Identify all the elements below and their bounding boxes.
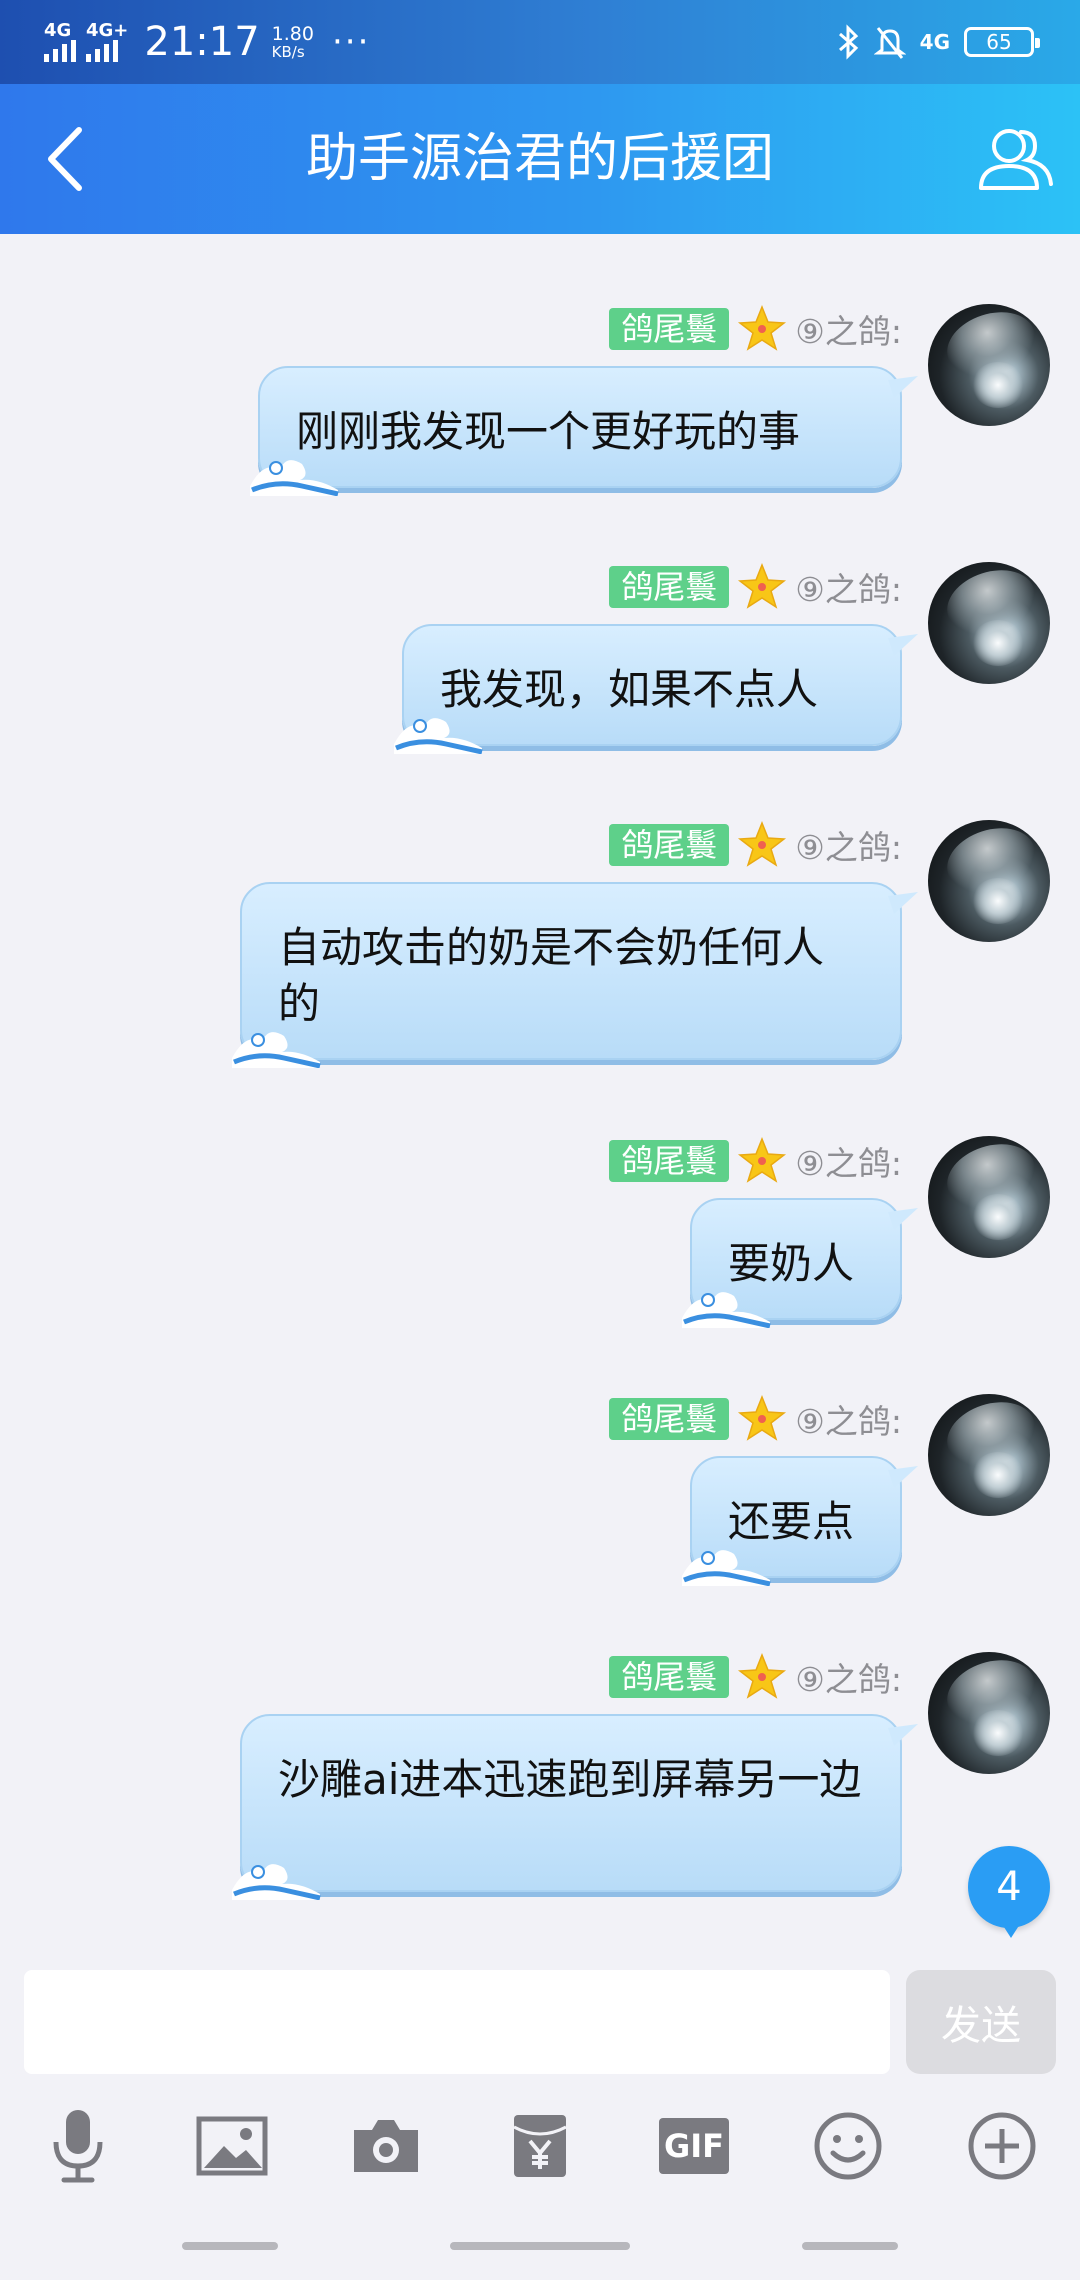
signal-bars-icon <box>86 40 118 62</box>
member-title-badge: 鸽尾鬟 <box>609 566 730 608</box>
wave-decoration-icon <box>232 1032 321 1068</box>
back-button[interactable] <box>20 114 110 204</box>
signal-indicator-1: 4G <box>44 22 76 62</box>
voice-button[interactable] <box>32 2100 124 2192</box>
more-notifications-icon: ··· <box>331 22 371 62</box>
sender-nickname: ⑨之鸽: <box>795 312 902 351</box>
emoji-button[interactable] <box>802 2100 894 2192</box>
send-button[interactable]: 发送 <box>906 1970 1056 2074</box>
message-bubble[interactable]: 沙雕ai进本迅速跑到屏幕另一边 <box>232 1714 918 1900</box>
image-button[interactable] <box>186 2100 278 2192</box>
clock: 21:17 <box>144 19 260 65</box>
wave-decoration-icon <box>232 1864 321 1900</box>
member-title-badge: 鸽尾鬟 <box>609 1398 730 1440</box>
system-navigation-bar <box>0 2230 1080 2280</box>
sender-info: 鸽尾鬟 ⑨之鸽: <box>609 304 902 354</box>
sender-nickname: ⑨之鸽: <box>795 1660 902 1699</box>
wave-decoration-icon <box>250 460 339 496</box>
status-bar: 4G 4G+ 21:17 1.80 KB/s ··· 4G 65 <box>0 0 1080 84</box>
sender-info: 鸽尾鬟 ⑨之鸽: <box>609 562 902 612</box>
camera-button[interactable] <box>340 2100 432 2192</box>
emoji-icon <box>814 2112 882 2180</box>
star-icon <box>738 820 787 867</box>
mute-bell-icon <box>873 27 906 59</box>
camera-icon <box>354 2120 418 2172</box>
sender-nickname: ⑨之鸽: <box>795 1402 902 1441</box>
star-icon <box>738 1394 787 1441</box>
member-title-badge: 鸽尾鬟 <box>609 1140 730 1182</box>
sender-info: 鸽尾鬟 ⑨之鸽: <box>609 1394 902 1444</box>
avatar[interactable] <box>928 1652 1050 1774</box>
message-text: 沙雕ai进本迅速跑到屏幕另一边 <box>278 1755 862 1804</box>
member-title-badge: 鸽尾鬟 <box>609 308 730 350</box>
bluetooth-icon <box>838 24 858 60</box>
page-title: 助手源治君的后援团 <box>305 129 774 189</box>
wave-decoration-icon <box>682 1550 771 1586</box>
member-title-badge: 鸽尾鬟 <box>609 1656 730 1698</box>
group-icon <box>979 129 1053 190</box>
avatar[interactable] <box>928 304 1050 426</box>
microphone-icon <box>53 2110 103 2183</box>
nav-gesture-home[interactable] <box>450 2242 630 2250</box>
sender-nickname: ⑨之鸽: <box>795 570 902 609</box>
star-icon <box>738 562 787 609</box>
avatar[interactable] <box>928 1136 1050 1258</box>
sender-info: 鸽尾鬟 ⑨之鸽: <box>609 1136 902 1186</box>
sender-nickname: ⑨之鸽: <box>795 828 902 867</box>
message-input[interactable] <box>24 1970 890 2074</box>
star-icon <box>738 304 787 351</box>
message-bubble[interactable]: 自动攻击的奶是不会奶任何人的 <box>232 882 918 1068</box>
sender-nickname: ⑨之鸽: <box>795 1144 902 1183</box>
group-members-button[interactable] <box>970 114 1060 204</box>
plus-icon <box>968 2112 1036 2180</box>
composer: 发送 <box>0 1964 1080 2084</box>
image-icon <box>196 2116 268 2176</box>
message-bubble[interactable]: 刚刚我发现一个更好玩的事 <box>250 366 918 496</box>
star-icon <box>738 1652 787 1699</box>
gif-icon: GIF <box>659 2118 729 2174</box>
battery-icon: 65 <box>964 27 1040 57</box>
chat-header: 助手源治君的后援团 <box>0 84 1080 234</box>
message-text: 自动攻击的奶是不会奶任何人的 <box>278 923 825 1028</box>
sender-info: 鸽尾鬟 ⑨之鸽: <box>609 820 902 870</box>
nav-gesture-left[interactable] <box>182 2242 278 2250</box>
avatar[interactable] <box>928 820 1050 942</box>
signal-bars-icon <box>44 40 76 62</box>
bubble-tail <box>888 376 918 398</box>
network-type: 4G <box>919 30 950 54</box>
red-packet-icon <box>513 2115 567 2177</box>
member-title-badge: 鸽尾鬟 <box>609 824 730 866</box>
message-bubble[interactable]: 我发现，如果不点人 <box>394 624 918 754</box>
unread-count-badge[interactable]: 4 <box>968 1846 1050 1938</box>
bubble-tail <box>888 892 918 914</box>
wave-decoration-icon <box>682 1292 771 1328</box>
avatar[interactable] <box>928 1394 1050 1516</box>
bubble-tail <box>888 634 918 656</box>
sender-info: 鸽尾鬟 ⑨之鸽: <box>609 1652 902 1702</box>
red-packet-button[interactable] <box>494 2100 586 2192</box>
network-speed: 1.80 KB/s <box>271 22 314 61</box>
bubble-tail <box>888 1466 918 1488</box>
star-icon <box>738 1136 787 1183</box>
more-button[interactable] <box>956 2100 1048 2192</box>
avatar[interactable] <box>928 562 1050 684</box>
message-text: 我发现，如果不点人 <box>440 665 819 714</box>
message-bubble[interactable]: 要奶人 <box>682 1198 918 1328</box>
nav-gesture-right[interactable] <box>802 2242 898 2250</box>
input-toolbar: GIF <box>0 2090 1080 2210</box>
gif-button[interactable]: GIF <box>648 2100 740 2192</box>
message-list[interactable]: 鸽尾鬟 ⑨之鸽: 刚刚我发现一个更好玩的事 鸽尾鬟 ⑨之鸽: 我发现，如果不点人… <box>0 234 1080 1964</box>
message-bubble[interactable]: 还要点 <box>682 1456 918 1586</box>
bubble-tail <box>888 1208 918 1230</box>
bubble-tail <box>888 1724 918 1746</box>
message-text: 刚刚我发现一个更好玩的事 <box>296 407 801 456</box>
chevron-left-icon <box>48 127 82 191</box>
signal-indicator-2: 4G+ <box>86 22 128 62</box>
wave-decoration-icon <box>394 718 483 754</box>
